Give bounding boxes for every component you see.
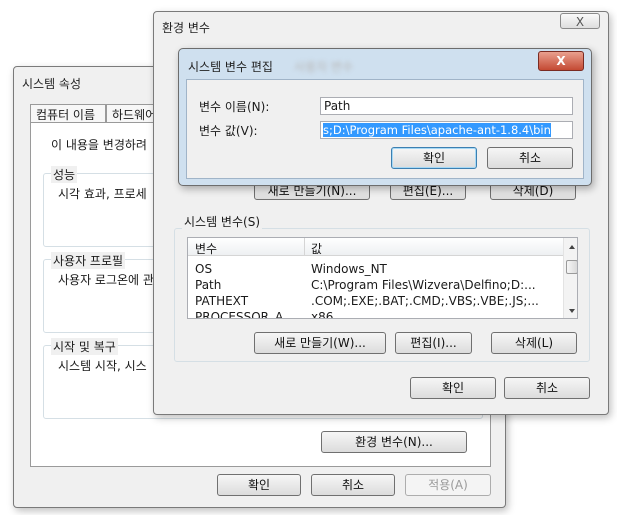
row-value: Windows_NT: [311, 262, 387, 276]
row-value: x86: [311, 310, 334, 319]
environment-ok-button[interactable]: 확인: [410, 377, 496, 399]
edit-dialog-body: 변수 이름(N): Path 변수 값(V): s;D:\Program Fil…: [186, 79, 584, 179]
intro-text: 이 내용을 변경하려: [51, 138, 147, 152]
system-properties-apply-button[interactable]: 적용(A): [405, 474, 491, 496]
edit-system-variable-dialog: 시스템 변수 편집 사용자 변수 X 변수 이름(N): Path 변수 값(V…: [178, 48, 592, 186]
system-variables-list[interactable]: 변수 값 OS Windows_NT Path C:\Program Files…: [187, 237, 578, 319]
system-properties-title: 시스템 속성: [22, 77, 82, 91]
close-icon: X: [556, 54, 566, 68]
scroll-down-icon[interactable]: [564, 304, 578, 318]
row-name: Path: [195, 278, 222, 292]
row-name: PROCESSOR_A...: [195, 310, 295, 319]
column-divider: [304, 238, 305, 256]
variable-name-label: 변수 이름(N):: [199, 100, 270, 114]
edit-dialog-ok-button[interactable]: 확인: [391, 147, 477, 169]
scrollbar-thumb[interactable]: [566, 260, 577, 274]
environment-variables-button[interactable]: 환경 변수(N)...: [321, 431, 467, 453]
edit-dialog-title: 시스템 변수 편집: [188, 60, 273, 74]
system-new-button[interactable]: 새로 만들기(W)...: [254, 332, 386, 354]
system-edit-button[interactable]: 편집(I)...: [395, 332, 472, 354]
environment-cancel-button[interactable]: 취소: [504, 377, 590, 399]
user-profile-group-label: 사용자 프로필: [51, 252, 126, 269]
close-icon: X: [575, 15, 585, 29]
edit-dialog-cancel-button[interactable]: 취소: [487, 147, 573, 169]
column-header-value[interactable]: 값: [311, 240, 322, 257]
variable-value-label: 변수 값(V):: [199, 124, 258, 138]
column-header-name[interactable]: 변수: [195, 240, 217, 257]
tab-hardware-label: 하드웨어: [112, 108, 157, 122]
environment-variables-close-button[interactable]: X: [560, 13, 600, 29]
edit-dialog-title-blurred: 사용자 변수: [294, 60, 354, 74]
edit-dialog-close-button[interactable]: X: [538, 51, 584, 71]
variable-name-field[interactable]: Path: [320, 97, 573, 115]
row-value: C:\Program Files\Wizvera\Delfino;D:...: [311, 278, 536, 292]
tab-computer-name-label: 컴퓨터 이름: [36, 108, 96, 122]
startup-recovery-text: 시스템 시작, 시스: [58, 359, 147, 373]
variable-value-field[interactable]: s;D:\Program Files\apache-ant-1.8.4\bin: [320, 121, 573, 139]
user-profile-text: 사용자 로그온에 관: [58, 273, 154, 287]
list-scrollbar[interactable]: [563, 238, 578, 318]
variable-value-selected-text: s;D:\Program Files\apache-ant-1.8.4\bin: [323, 123, 551, 137]
performance-text: 시각 효과, 프로세: [58, 187, 147, 201]
row-value: .COM;.EXE;.BAT;.CMD;.VBS;.VBE;.JS;...: [311, 294, 539, 308]
row-name: OS: [195, 262, 213, 276]
table-row[interactable]: OS Windows_NT: [188, 262, 563, 276]
list-header: 변수 값: [188, 238, 563, 256]
scroll-up-icon[interactable]: [564, 240, 578, 254]
environment-variables-title: 환경 변수: [162, 21, 210, 35]
system-properties-cancel-button[interactable]: 취소: [311, 474, 395, 496]
variable-name-value: Path: [324, 99, 351, 113]
tab-computer-name[interactable]: 컴퓨터 이름: [30, 104, 106, 122]
table-row[interactable]: PROCESSOR_A... x86: [188, 310, 563, 319]
system-properties-ok-button[interactable]: 확인: [217, 474, 301, 496]
row-name: PATHEXT: [195, 294, 249, 308]
table-row[interactable]: Path C:\Program Files\Wizvera\Delfino;D:…: [188, 278, 563, 292]
system-variables-group-label: 시스템 변수(S): [182, 213, 262, 230]
system-delete-button[interactable]: 삭제(L): [491, 332, 577, 354]
startup-recovery-group-label: 시작 및 복구: [51, 338, 118, 355]
performance-group-label: 성능: [51, 166, 78, 183]
table-row[interactable]: PATHEXT .COM;.EXE;.BAT;.CMD;.VBS;.VBE;.J…: [188, 294, 563, 308]
